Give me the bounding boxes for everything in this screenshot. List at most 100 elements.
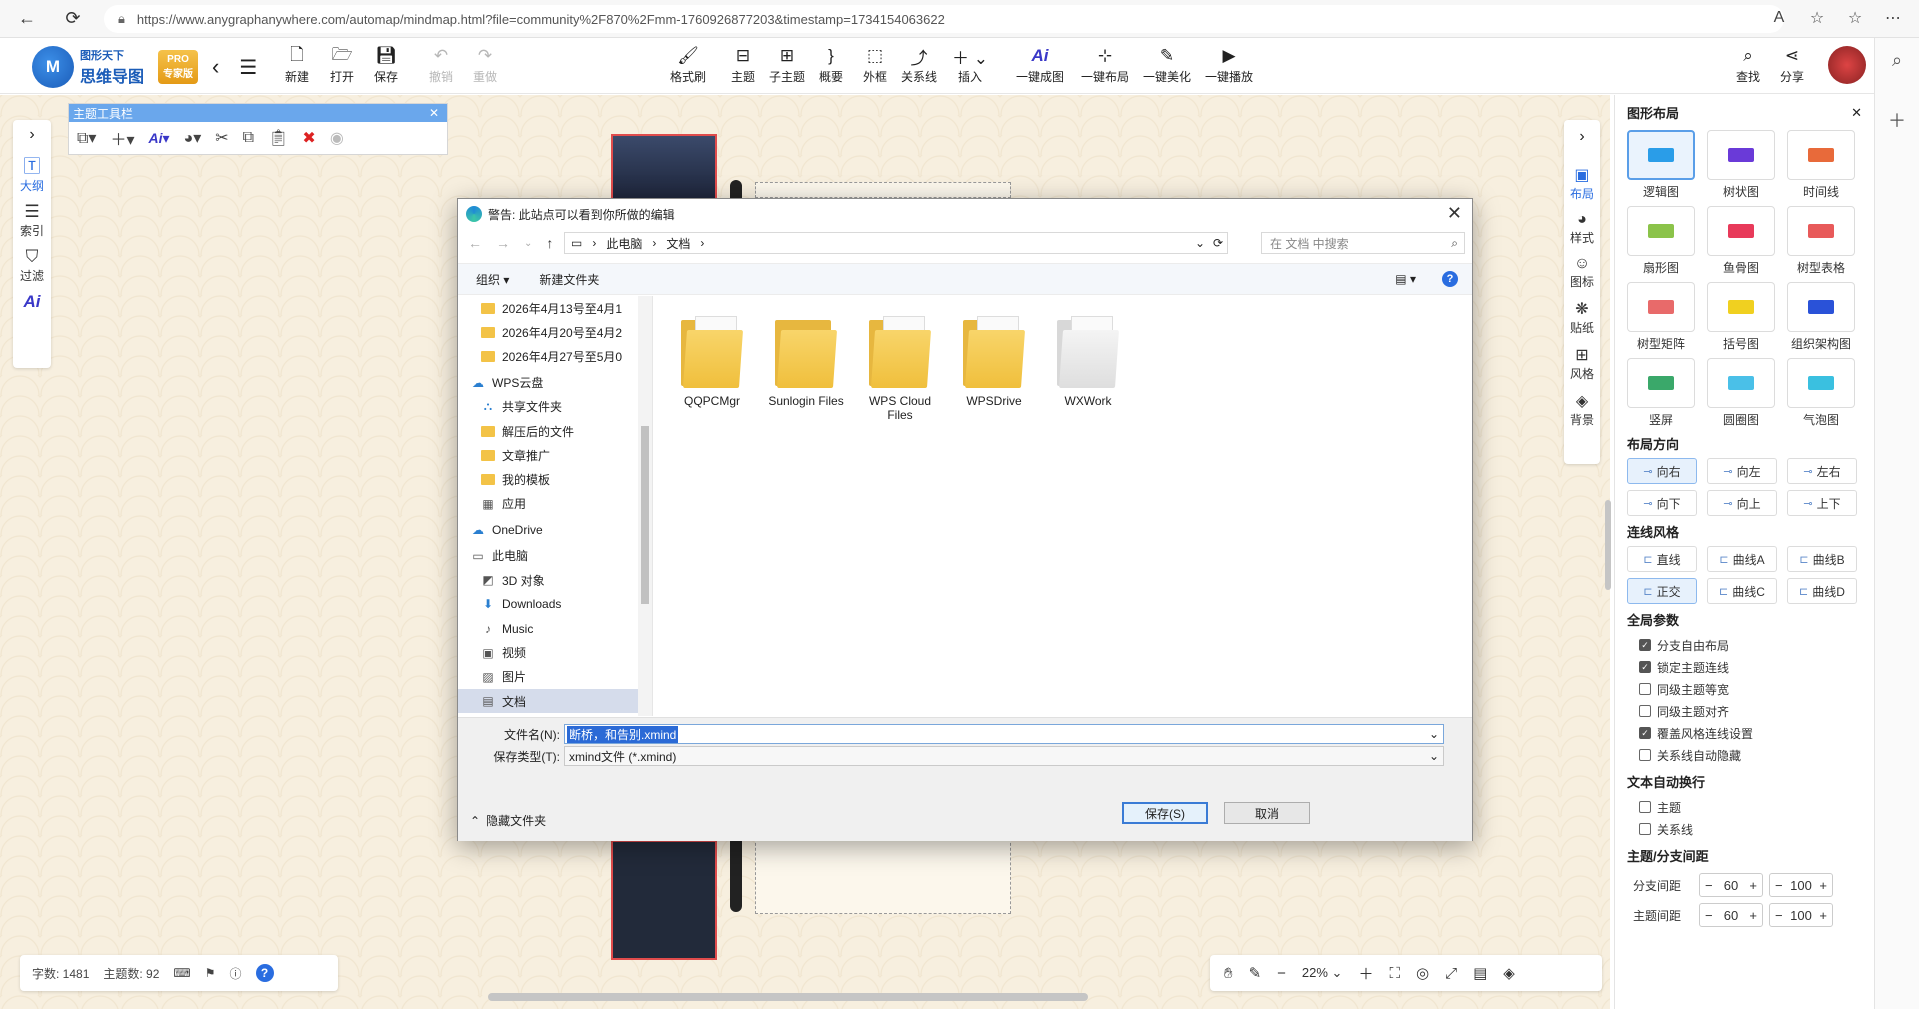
view-options-icon[interactable]: ▤ ▾: [1395, 272, 1416, 286]
favorite-star-icon[interactable]: ☆: [1805, 4, 1829, 32]
map-icon[interactable]: ▤: [1473, 964, 1487, 982]
checkbox[interactable]: ✓: [1639, 727, 1651, 739]
filter-button[interactable]: ⛉ 过滤: [20, 247, 44, 284]
tree-item[interactable]: 文章推广: [458, 443, 652, 467]
file-item[interactable]: WPS Cloud Files: [862, 314, 938, 698]
file-item[interactable]: QQPCMgr: [674, 314, 750, 698]
play-button[interactable]: ▶︎ 一键播放: [1205, 44, 1253, 85]
refresh-icon[interactable]: ⟳: [1213, 236, 1223, 250]
ai-button[interactable]: Ai: [24, 292, 41, 312]
direction-option[interactable]: ⊸ 左右: [1787, 458, 1857, 484]
horizontal-scrollbar[interactable]: [488, 993, 1088, 1001]
beautify-button[interactable]: ✎ 一键美化: [1143, 44, 1191, 85]
search-icon[interactable]: ⌕: [1892, 50, 1902, 71]
close-icon[interactable]: ✕: [1447, 203, 1462, 224]
help-icon[interactable]: ?: [255, 964, 274, 982]
line-style-option[interactable]: ⊏ 直线: [1627, 546, 1697, 572]
outline-button[interactable]: 🅃 大纲: [20, 152, 44, 194]
favorites-list-icon[interactable]: ☆: [1843, 4, 1867, 32]
eye-icon[interactable]: ◉: [330, 128, 344, 148]
fullscreen-icon[interactable]: ⤢: [1445, 965, 1457, 982]
direction-option[interactable]: ⊸ 上下: [1787, 490, 1857, 516]
direction-option[interactable]: ⊸ 向下: [1627, 490, 1697, 516]
chevron-down-icon[interactable]: ⌄: [1429, 727, 1439, 741]
back-arrow-icon[interactable]: ←: [468, 235, 482, 251]
folder-search-input[interactable]: 在 文档 中搜索 ⌕: [1261, 232, 1465, 254]
zoom-out-icon[interactable]: −: [1277, 965, 1286, 982]
tree-item[interactable]: ▣ 视频: [458, 641, 652, 665]
global-param-option[interactable]: ✓ 覆盖风格连线设置: [1627, 722, 1862, 744]
insert-button[interactable]: ＋ ⌄ 插入: [952, 44, 988, 85]
copy-icon[interactable]: ⧉: [243, 129, 254, 147]
tree-item[interactable]: ⛬ 共享文件夹: [458, 395, 652, 419]
subtopic-group[interactable]: [755, 182, 1011, 198]
close-icon[interactable]: ✕: [1851, 105, 1862, 121]
new-folder-button[interactable]: 新建文件夹: [539, 271, 599, 288]
global-param-option[interactable]: 同级主题对齐: [1627, 700, 1862, 722]
save-button[interactable]: 💾︎ 保存: [374, 44, 398, 85]
topic-image-node[interactable]: [611, 134, 717, 206]
layout-option[interactable]: 圆圈图: [1707, 358, 1775, 428]
relation-button[interactable]: ⤴ 关系线: [901, 44, 937, 85]
layout-option[interactable]: 时间线: [1787, 130, 1855, 200]
global-param-option[interactable]: ✓ 分支自由布局: [1627, 634, 1862, 656]
path-segment[interactable]: 此电脑: [606, 235, 642, 252]
hide-folders-toggle[interactable]: ⌃ 隐藏文件夹: [470, 812, 546, 829]
global-param-option[interactable]: 同级主题等宽: [1627, 678, 1862, 700]
cancel-button[interactable]: 取消: [1224, 802, 1310, 824]
zoom-level[interactable]: 22% ⌄: [1302, 965, 1343, 981]
info-icon[interactable]: ⓘ: [230, 965, 242, 982]
line-style-option[interactable]: ⊏ 曲线D: [1787, 578, 1857, 604]
checkbox[interactable]: [1639, 705, 1651, 717]
help-icon[interactable]: ?: [1442, 271, 1458, 287]
chevron-down-icon[interactable]: ⌄: [1195, 236, 1205, 250]
close-icon[interactable]: ✕: [429, 106, 439, 120]
tree-item[interactable]: ☁ OneDrive: [458, 518, 652, 542]
boundary-button[interactable]: ⬚ 外框: [863, 44, 887, 85]
text-wrap-option[interactable]: 主题: [1627, 796, 1862, 818]
layout-option[interactable]: 组织架构图: [1787, 282, 1855, 352]
expand-right-icon[interactable]: ›: [29, 126, 34, 144]
share-button[interactable]: ⋖ 分享: [1780, 44, 1804, 85]
line-style-option[interactable]: ⊏ 曲线C: [1707, 578, 1777, 604]
zoom-in-icon[interactable]: ＋: [1358, 963, 1373, 984]
global-param-option[interactable]: ✓ 锁定主题连线: [1627, 656, 1862, 678]
tree-item[interactable]: 2026年4月20号至4月2: [458, 320, 652, 344]
topic-text-node[interactable]: [611, 840, 717, 960]
read-aloud-icon[interactable]: A: [1767, 4, 1791, 32]
tree-item[interactable]: 解压后的文件: [458, 419, 652, 443]
open-button[interactable]: 🗁 打开: [330, 44, 354, 85]
hand-icon[interactable]: ✋︎: [1224, 965, 1233, 982]
menu-icon[interactable]: ☰: [239, 55, 257, 80]
checkbox[interactable]: ✓: [1639, 661, 1651, 673]
layout-option[interactable]: 树状图: [1707, 130, 1775, 200]
checkbox[interactable]: ✓: [1639, 639, 1651, 651]
vertical-scrollbar[interactable]: [1605, 500, 1611, 590]
tree-item[interactable]: ◩ 3D 对象: [458, 568, 652, 592]
tree-item[interactable]: ▨ 图片: [458, 665, 652, 689]
tree-item[interactable]: ▤ 文档: [458, 689, 652, 714]
delete-icon[interactable]: ✖: [302, 128, 315, 148]
sticker-tab[interactable]: ❋ 贴纸: [1570, 299, 1594, 336]
theme-tab[interactable]: ⊞ 风格: [1570, 345, 1594, 382]
background-tab[interactable]: ◈ 背景: [1570, 391, 1594, 428]
fit-icon[interactable]: ⛶: [1389, 965, 1400, 982]
ai-generate-button[interactable]: Ai 一键成图: [1016, 44, 1064, 85]
tree-scroll-thumb[interactable]: [641, 426, 649, 604]
new-button[interactable]: 🗋 新建: [285, 44, 309, 85]
file-item[interactable]: WPSDrive: [956, 314, 1032, 698]
checkbox[interactable]: [1639, 749, 1651, 761]
chevron-down-icon[interactable]: ⌄: [524, 238, 532, 249]
tree-item[interactable]: ☁ WPS云盘: [458, 371, 652, 395]
tree-item[interactable]: 2026年4月27号至5月0: [458, 344, 652, 368]
collapse-chevron-icon[interactable]: ‹: [212, 54, 219, 80]
forward-arrow-icon[interactable]: →: [496, 235, 510, 251]
direction-option[interactable]: ⊸ 向右: [1627, 458, 1697, 484]
ai-icon[interactable]: Ai▾: [149, 130, 170, 147]
topic-button[interactable]: ⊟ 主题: [731, 44, 755, 85]
tree-scrollbar[interactable]: [638, 296, 652, 716]
up-arrow-icon[interactable]: ↑: [546, 235, 553, 251]
branch-spacing-v[interactable]: −100 +: [1769, 873, 1833, 897]
auto-layout-button[interactable]: ⊹ 一键布局: [1081, 44, 1129, 85]
add-icon[interactable]: ＋▾: [110, 126, 134, 150]
